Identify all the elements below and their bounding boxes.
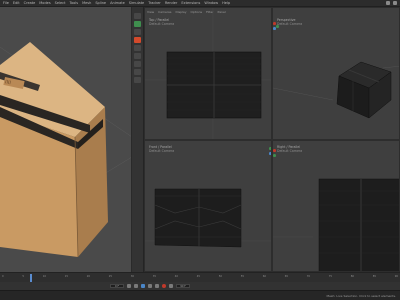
menu-edit[interactable]: Edit [13, 1, 20, 5]
front-view-mesh [145, 188, 271, 248]
undo-icon[interactable] [134, 13, 141, 19]
status-message: Mesh: Live Selection. Click to select el… [326, 294, 397, 298]
menu-tools[interactable]: Tools [69, 1, 78, 5]
top-viewport[interactable]: View Cameras Display Options Filter Pane… [144, 7, 272, 140]
go-to-end-icon[interactable] [155, 284, 159, 288]
svg-text:IIII: IIII [4, 79, 11, 86]
menu-select[interactable]: Select [55, 1, 66, 5]
top-view-mesh [145, 8, 271, 139]
keyframe-icon[interactable] [169, 284, 173, 288]
menu-file[interactable]: File [3, 1, 9, 5]
menu-window[interactable]: Window [204, 1, 218, 5]
right-viewport[interactable]: Right / Parallel Default Camera [272, 140, 400, 272]
model-mode-icon[interactable] [134, 77, 141, 83]
search-icon[interactable] [393, 1, 397, 5]
previous-frame-icon[interactable] [134, 284, 138, 288]
live-selection-icon[interactable] [134, 37, 141, 43]
move-tool-icon[interactable] [134, 21, 141, 27]
menu-help[interactable]: Help [222, 1, 230, 5]
scale-tool-icon[interactable] [134, 29, 141, 35]
menu-tracker[interactable]: Tracker [148, 1, 161, 5]
next-frame-icon[interactable] [148, 284, 152, 288]
menu-bar: File Edit Create Modes Select Tools Mesh… [0, 0, 400, 7]
perspective-viewport[interactable]: Perspective Default Camera [272, 7, 400, 140]
right-view-mesh [273, 178, 399, 271]
rotate-tool-icon[interactable] [134, 45, 141, 51]
menu-modes[interactable]: Modes [39, 1, 50, 5]
menu-animate[interactable]: Animate [110, 1, 125, 5]
play-icon[interactable] [141, 284, 145, 288]
status-bar: Mesh: Live Selection. Click to select el… [0, 290, 400, 300]
go-to-start-icon[interactable] [127, 284, 131, 288]
layout-icon[interactable] [386, 1, 390, 5]
menu-spline[interactable]: Spline [95, 1, 106, 5]
end-frame-field[interactable]: 90 F [176, 284, 190, 288]
perspective-closeup-view[interactable]: IIII [0, 7, 132, 272]
timeline-ruler[interactable]: 05 10 15 20 25 30 35 40 45 50 55 60 65 70 75 80… [0, 272, 400, 282]
timeline-ticks: 05 10 15 20 25 30 35 40 45 50 55 60 65 70 75 80… [2, 275, 398, 278]
window-controls [386, 1, 397, 5]
menu-mesh[interactable]: Mesh [82, 1, 91, 5]
cardboard-box-render: IIII [0, 42, 131, 258]
menu-extensions[interactable]: Extensions [181, 1, 200, 5]
record-icon[interactable] [162, 284, 166, 288]
tool-palette [132, 7, 144, 272]
playback-controls: 0 F 90 F [0, 282, 400, 290]
points-mode-icon[interactable] [134, 53, 141, 59]
front-viewport[interactable]: Front / Parallel Default Camera [144, 140, 272, 272]
menu-create[interactable]: Create [24, 1, 36, 5]
perspective-box-mesh [273, 61, 399, 119]
current-frame-field[interactable]: 0 F [110, 284, 124, 288]
playhead-marker[interactable] [30, 274, 32, 282]
edges-mode-icon[interactable] [134, 61, 141, 67]
menu-simulate[interactable]: Simulate [129, 1, 144, 5]
menu-render[interactable]: Render [165, 1, 177, 5]
polygons-mode-icon[interactable] [134, 69, 141, 75]
